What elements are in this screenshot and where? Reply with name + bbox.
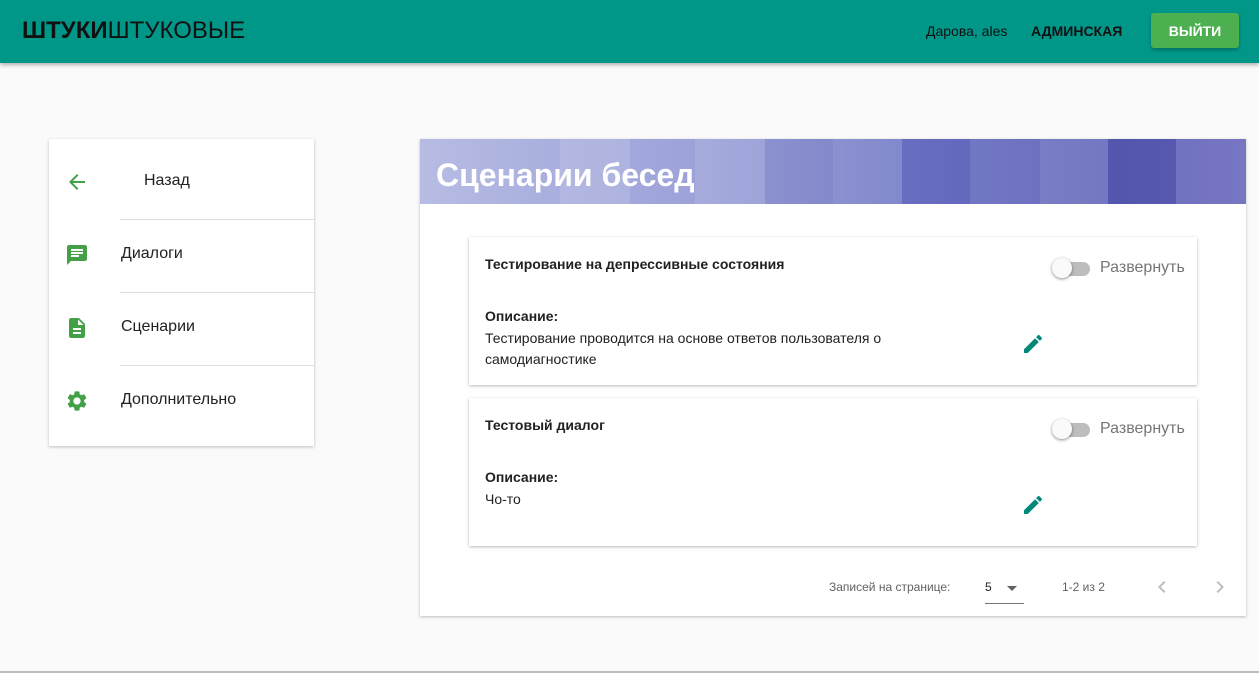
sidebar-item-dialogs[interactable]: Диалоги: [49, 219, 314, 292]
dropdown-arrow-icon: [1007, 586, 1017, 591]
brand-light: ШТУКОВЫЕ: [107, 17, 246, 44]
rows-per-page-label: Записей на странице:: [829, 580, 951, 594]
expand-label[interactable]: Развернуть: [1100, 420, 1185, 438]
sidebar-item-label: Назад: [144, 172, 190, 189]
chevron-left-icon[interactable]: [1150, 575, 1174, 599]
scenario-title: Тестирование на депрессивные состояния: [485, 256, 785, 272]
page-title: Сценарии бесед: [436, 157, 695, 193]
user-greeting: Дарова, ales: [926, 23, 1008, 39]
expand-toggle[interactable]: [1052, 419, 1090, 439]
sidebar-item-extra[interactable]: Дополнительно: [49, 365, 314, 438]
sidebar-item-label: Диалоги: [121, 245, 183, 262]
app-logo[interactable]: ШТУКИШТУКОВЫЕ: [22, 17, 245, 45]
pagination-range: 1-2 из 2: [1062, 580, 1105, 594]
app-bar: ШТУКИШТУКОВЫЕ Дарова, ales АДМИНСКАЯ ВЫЙ…: [0, 0, 1259, 63]
chevron-right-icon[interactable]: [1208, 575, 1232, 599]
chat-icon: [67, 245, 87, 265]
sidebar-item-label: Дополнительно: [121, 391, 237, 408]
toggle-thumb: [1052, 419, 1072, 439]
rows-per-page-select[interactable]: 5: [985, 576, 1024, 604]
sidebar: Назад Диалоги Сценарии Дополнительно: [49, 139, 314, 446]
sidebar-item-label: Сценарии: [121, 318, 195, 335]
edit-icon[interactable]: [1021, 332, 1045, 356]
expand-label[interactable]: Развернуть: [1100, 259, 1185, 277]
brand-bold: ШТУКИ: [22, 17, 108, 44]
gear-icon: [67, 391, 87, 411]
sidebar-item-scenarios[interactable]: Сценарии: [49, 292, 314, 365]
admin-link[interactable]: АДМИНСКАЯ: [1031, 23, 1122, 39]
card-banner: Сценарии бесед: [420, 139, 1246, 204]
scenarios-card: Сценарии бесед Тестирование на депрессив…: [420, 139, 1246, 616]
scenario-card: Тестирование на депрессивные состояния Р…: [469, 237, 1197, 385]
rows-per-page-value: 5: [985, 580, 992, 594]
logout-button[interactable]: ВЫЙТИ: [1151, 13, 1239, 48]
description-text: Чо-то: [485, 491, 521, 507]
sidebar-item-back[interactable]: Назад: [49, 146, 314, 219]
arrow-back-icon: [69, 174, 85, 190]
description-label: Описание:: [485, 469, 559, 485]
expand-toggle[interactable]: [1052, 258, 1090, 278]
toggle-thumb: [1052, 258, 1072, 278]
document-icon: [69, 318, 85, 338]
edit-icon[interactable]: [1021, 493, 1045, 517]
description-label: Описание:: [485, 308, 559, 324]
scenario-title: Тестовый диалог: [485, 417, 605, 433]
scenario-card: Тестовый диалог Развернуть Описание: Чо-…: [469, 398, 1197, 546]
description-text: Тестирование проводится на основе ответо…: [485, 330, 882, 367]
